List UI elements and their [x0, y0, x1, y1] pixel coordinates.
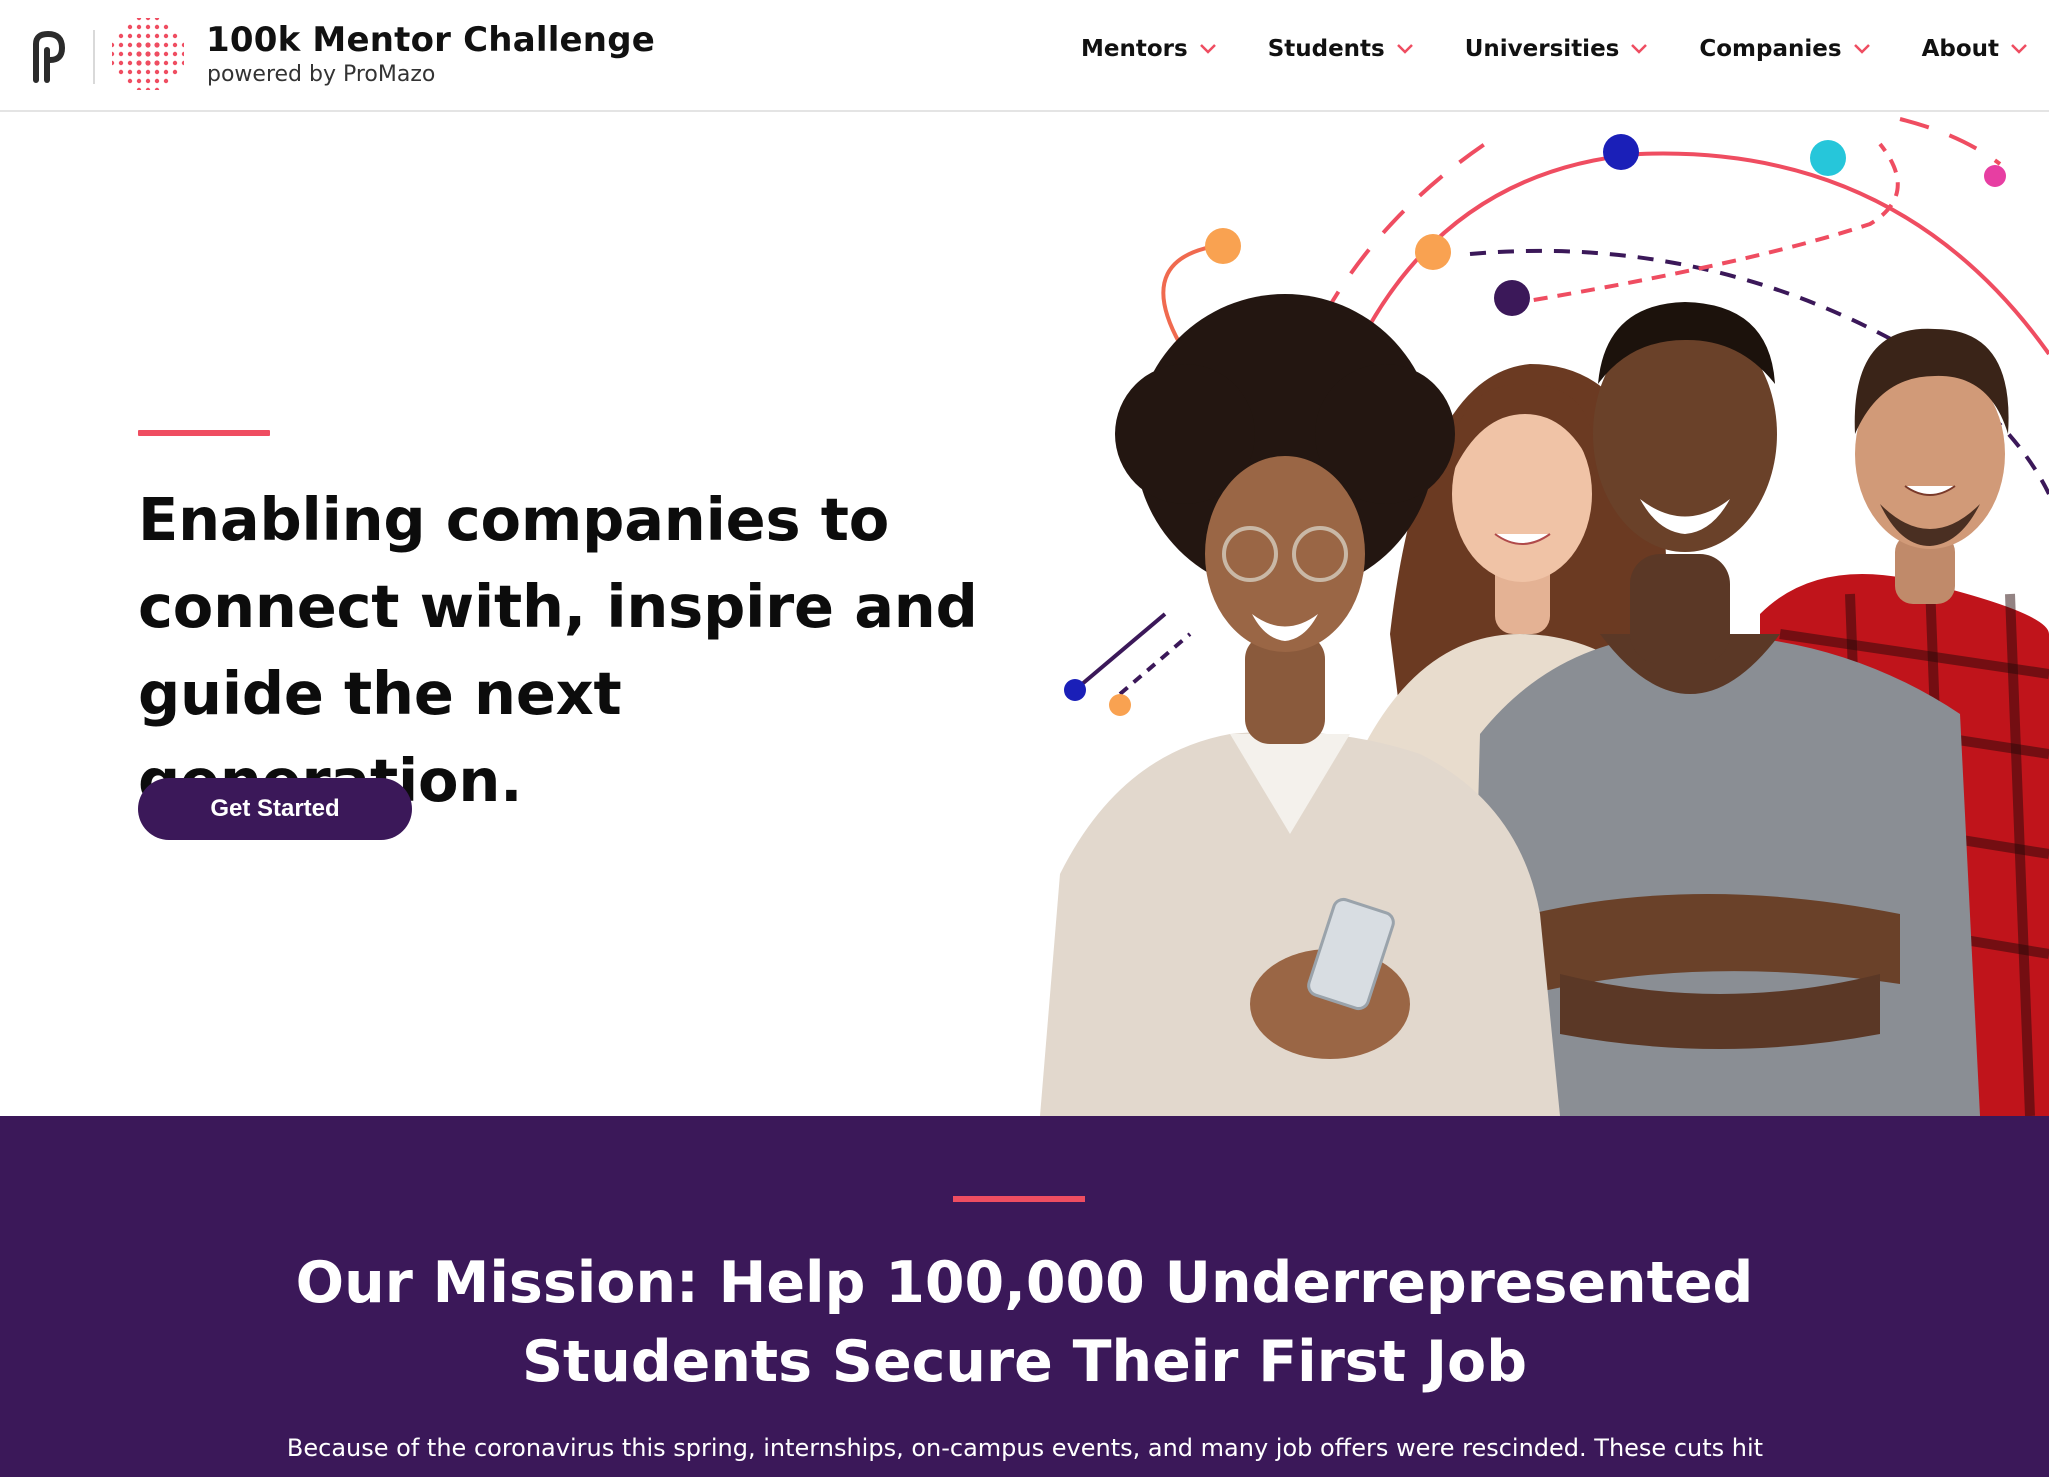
logo-dot — [127, 51, 133, 57]
logo-dot — [154, 78, 160, 84]
chevron-down-icon — [2011, 44, 2027, 54]
nav-label: Students — [1267, 36, 1385, 62]
hero-heading: Enabling companies to connect with, insp… — [138, 485, 978, 815]
logo-dot — [154, 60, 160, 66]
main-nav: Mentors Students Universities Companies … — [1031, 36, 2029, 62]
logo-dot — [145, 78, 151, 84]
logo-dot — [172, 60, 178, 66]
logo-dot — [163, 51, 169, 57]
hero-section: Enabling companies to connect with, insp… — [0, 114, 2049, 1116]
logo-dot — [163, 78, 169, 84]
logo-dot — [163, 60, 169, 66]
chevron-down-icon — [1396, 44, 1413, 54]
logo-dot — [163, 42, 169, 48]
logo-dot — [154, 51, 160, 57]
logo-dot — [154, 33, 160, 39]
logo-dot — [145, 69, 151, 75]
logo-dot — [181, 42, 184, 48]
nav-item-companies[interactable]: Companies — [1699, 36, 1871, 62]
logo-dot — [154, 18, 160, 21]
dots-logo-icon[interactable] — [112, 18, 184, 90]
logo-dot — [127, 42, 133, 48]
hero-illustration — [1040, 117, 2049, 1116]
logo-dot — [136, 87, 142, 90]
logo-dot — [145, 60, 151, 66]
nav-label: Universities — [1464, 36, 1620, 62]
logo-dot — [136, 51, 142, 57]
logo-dot — [127, 24, 133, 30]
logo-dot — [118, 60, 124, 66]
mission-body-text: Because of the coronavirus this spring, … — [286, 1434, 1764, 1462]
logo-dot — [136, 60, 142, 66]
logo-dot — [163, 33, 169, 39]
logo-dot — [145, 24, 151, 30]
logo-dot — [127, 33, 133, 39]
logo-dot — [163, 69, 169, 75]
logo-dot — [136, 42, 142, 48]
logo-dot — [118, 51, 124, 57]
nav-item-universities[interactable]: Universities — [1465, 36, 1650, 62]
promazo-logo-icon[interactable] — [30, 30, 68, 84]
nav-item-students[interactable]: Students — [1268, 36, 1415, 62]
logo-dot — [181, 51, 184, 57]
chevron-down-icon — [1199, 44, 1216, 54]
logo-dot — [154, 24, 160, 30]
logo-dot — [112, 60, 115, 66]
logo-dot — [118, 42, 124, 48]
logo-dot — [118, 33, 124, 39]
nav-item-about[interactable]: About — [1922, 36, 2029, 62]
logo-dot — [172, 69, 178, 75]
mission-heading-line: Students Secure Their First Job — [521, 1329, 1527, 1395]
logo-dot — [145, 51, 151, 57]
logo-dot — [145, 33, 151, 39]
site-header: 100k Mentor Challenge powered by ProMazo… — [0, 0, 2049, 112]
logo-dot — [127, 60, 133, 66]
logo-divider — [93, 30, 95, 84]
logo-dot — [145, 42, 151, 48]
hero-accent-line — [138, 430, 270, 436]
logo-dot — [154, 69, 160, 75]
logo-dot — [145, 87, 151, 90]
nav-label: Companies — [1699, 36, 1842, 62]
chevron-down-icon — [1631, 44, 1648, 54]
mission-heading: Our Mission: Help 100,000 Underrepresent… — [0, 1244, 2049, 1402]
nav-item-mentors[interactable]: Mentors — [1081, 36, 1218, 62]
get-started-button[interactable]: Get Started — [138, 778, 412, 840]
logo-dot — [118, 69, 124, 75]
nav-label: Mentors — [1080, 36, 1188, 62]
brand-subtitle: powered by ProMazo — [207, 62, 436, 87]
logo-dot — [112, 42, 115, 48]
logo-dot — [112, 51, 115, 57]
logo-dot — [181, 60, 184, 66]
logo-dot — [163, 24, 169, 30]
logo-dot — [136, 33, 142, 39]
logo-dot — [172, 51, 178, 57]
mission-accent-line — [953, 1196, 1085, 1202]
logo-dot — [172, 33, 178, 39]
logo-dot — [172, 42, 178, 48]
mission-heading-line: Our Mission: Help 100,000 Underrepresent… — [295, 1250, 1754, 1316]
logo-dot — [136, 69, 142, 75]
logo-dot — [154, 42, 160, 48]
brand-title[interactable]: 100k Mentor Challenge — [206, 20, 655, 60]
logo-dot — [127, 69, 133, 75]
logo-dot — [127, 78, 133, 84]
logo-dot — [145, 18, 151, 21]
logo-dot — [136, 24, 142, 30]
mission-section: Our Mission: Help 100,000 Underrepresent… — [0, 1116, 2049, 1477]
logo-dot — [136, 78, 142, 84]
chevron-down-icon — [1853, 44, 1870, 54]
nav-label: About — [1921, 36, 1999, 62]
logo-dot — [136, 18, 142, 21]
logo-dot — [154, 87, 160, 90]
